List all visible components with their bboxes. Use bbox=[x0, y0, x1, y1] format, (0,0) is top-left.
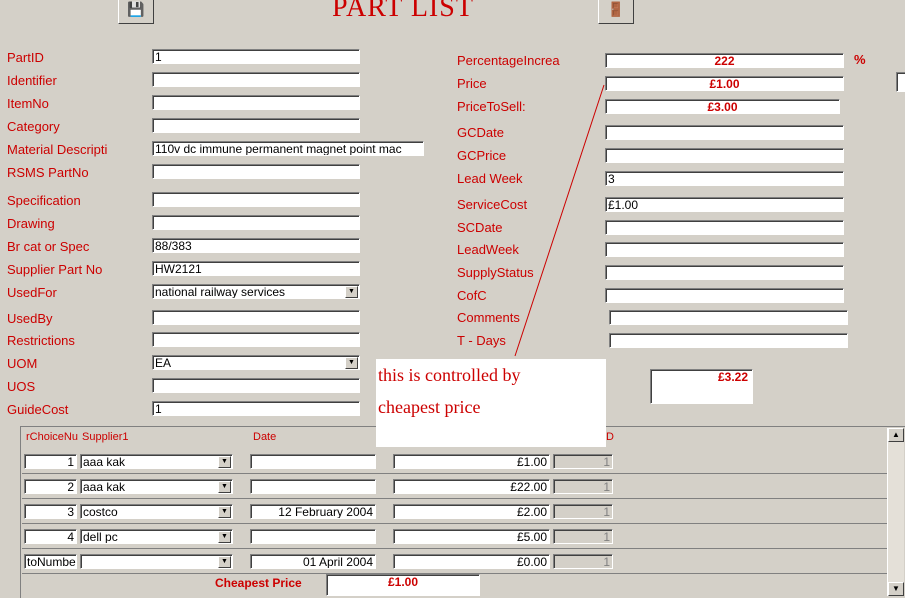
annotation-arrow bbox=[514, 84, 605, 357]
